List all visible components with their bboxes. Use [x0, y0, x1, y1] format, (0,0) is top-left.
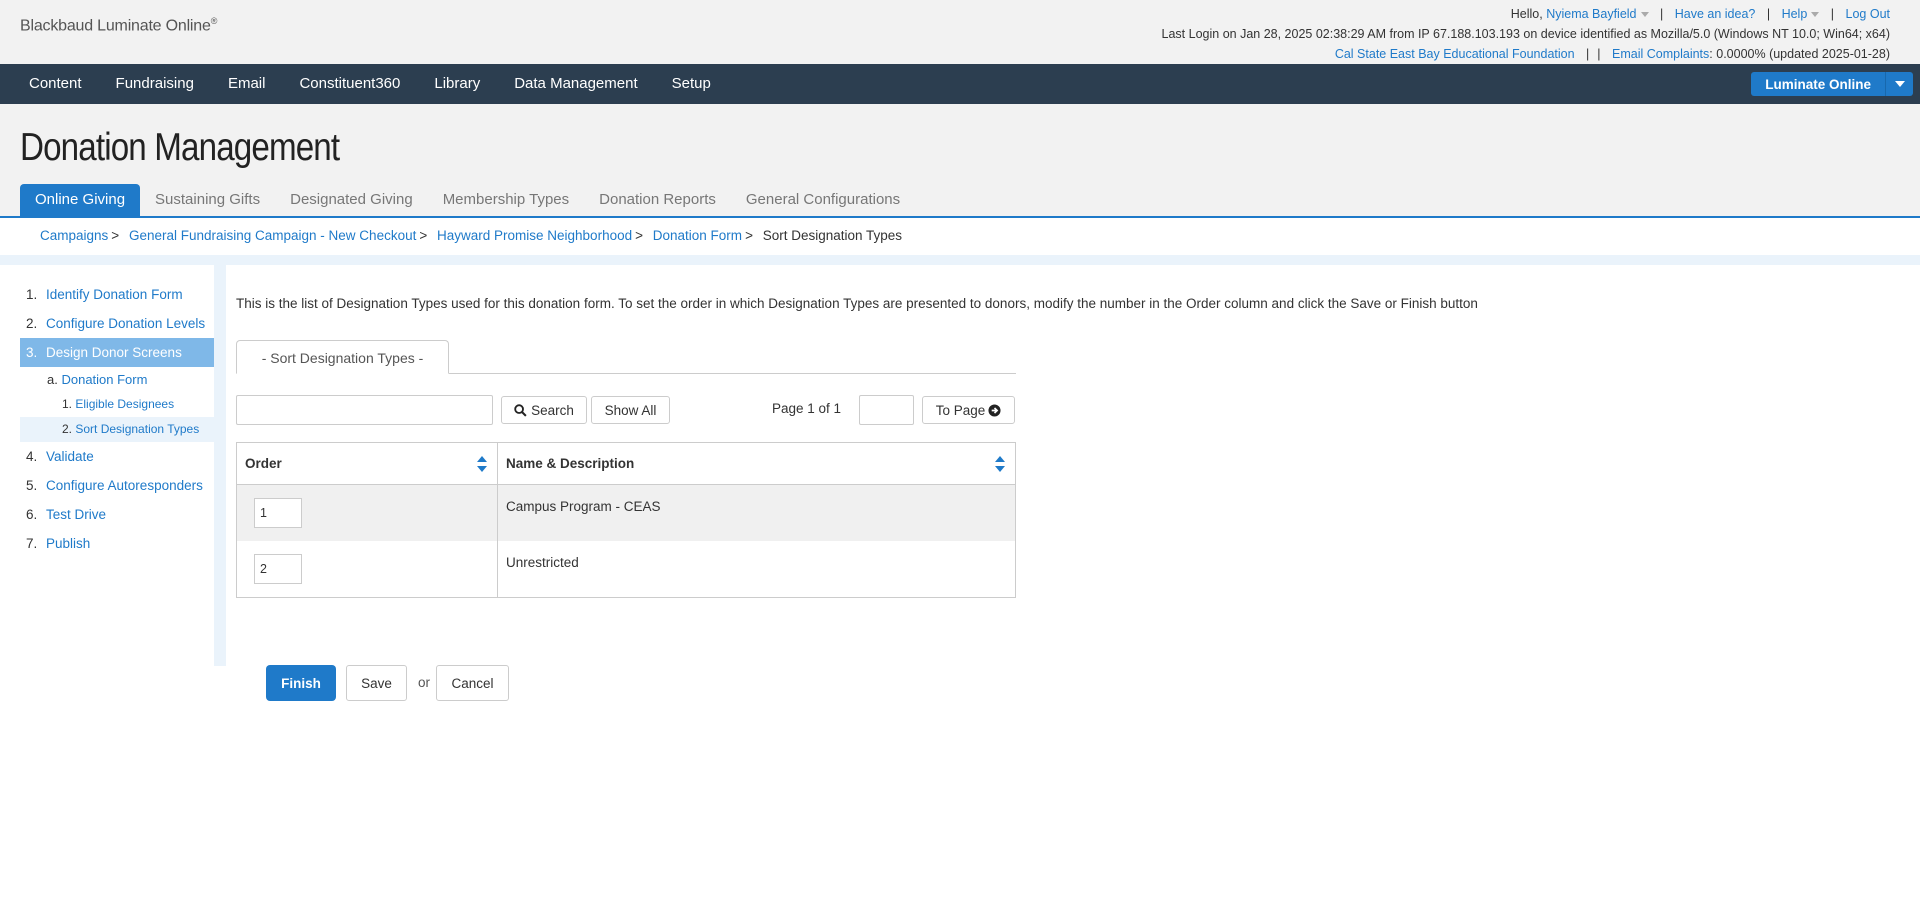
- sidebar-item-configure-donation-levels[interactable]: 2. Configure Donation Levels: [20, 309, 214, 338]
- tab-sort-designation-types[interactable]: - Sort Designation Types -: [236, 340, 449, 374]
- designation-name: Unrestricted: [506, 555, 579, 570]
- nav-item-content[interactable]: Content: [12, 64, 99, 104]
- breadcrumb-campaign[interactable]: General Fundraising Campaign - New Check…: [129, 228, 416, 243]
- sub-tabs: Online Giving Sustaining Gifts Designate…: [20, 184, 915, 216]
- main-content: This is the list of Designation Types us…: [236, 290, 1916, 701]
- arrow-circle-right-icon: [988, 403, 1001, 417]
- sidebar-item-validate[interactable]: 4. Validate: [20, 442, 214, 471]
- breadcrumb-campaigns[interactable]: Campaigns: [40, 228, 108, 243]
- breadcrumb-form-group[interactable]: Hayward Promise Neighborhood: [437, 228, 632, 243]
- email-complaints-link[interactable]: Email Complaints: [1612, 47, 1709, 61]
- email-complaints-value: : 0.0000% (updated 2025-01-28): [1709, 47, 1890, 61]
- show-all-button[interactable]: Show All: [591, 396, 670, 424]
- search-button-label: Search: [531, 402, 574, 418]
- list-toolbar: Search Show All Page 1 of 1 To Page: [236, 395, 1016, 425]
- sidebar-divider: [214, 255, 226, 666]
- breadcrumb: Campaigns > General Fundraising Campaign …: [40, 228, 903, 243]
- chevron-down-icon[interactable]: [1811, 12, 1820, 18]
- org-link[interactable]: Cal State East Bay Educational Foundatio…: [1335, 47, 1575, 61]
- user-area: Hello, Nyiema Bayfield | Have an idea? |…: [1162, 4, 1890, 64]
- brand-logo: Blackbaud Luminate Online®: [20, 16, 218, 35]
- page-number-input[interactable]: [859, 395, 914, 425]
- log-out-link[interactable]: Log Out: [1846, 7, 1890, 21]
- nav-item-data-management[interactable]: Data Management: [497, 64, 654, 104]
- sidebar-item-configure-autoresponders[interactable]: 5. Configure Autoresponders: [20, 471, 214, 500]
- product-switcher-button[interactable]: Luminate Online: [1751, 72, 1913, 96]
- sidebar-item-design-donor-screens[interactable]: 3. Design Donor Screens: [20, 338, 214, 367]
- cancel-button[interactable]: Cancel: [436, 665, 509, 701]
- order-input[interactable]: 1: [254, 498, 302, 528]
- chevron-down-icon[interactable]: [1640, 12, 1649, 18]
- column-header-name[interactable]: Name & Description: [498, 443, 1015, 484]
- last-login-text: Last Login on Jan 28, 2025 02:38:29 AM f…: [1161, 27, 1890, 41]
- breadcrumb-donation-form[interactable]: Donation Form: [653, 228, 742, 243]
- top-header: Blackbaud Luminate Online® Hello, Nyiema…: [0, 0, 1920, 64]
- table-row: 2 Unrestricted: [237, 541, 1015, 597]
- user-name-menu[interactable]: Nyiema Bayfield: [1546, 7, 1636, 21]
- tab-membership-types[interactable]: Membership Types: [428, 184, 584, 216]
- page-info: Page 1 of 1: [772, 401, 842, 416]
- main-nav: Content Fundraising Email Constituent360…: [0, 64, 1920, 104]
- tab-online-giving[interactable]: Online Giving: [20, 184, 141, 216]
- tab-sustaining-gifts[interactable]: Sustaining Gifts: [140, 184, 275, 216]
- title-region: Donation Management Online Giving Sustai…: [0, 104, 1920, 218]
- tab-donation-reports[interactable]: Donation Reports: [584, 184, 731, 216]
- intro-text: This is the list of Designation Types us…: [236, 296, 1478, 311]
- search-icon: [514, 403, 527, 417]
- nav-item-email[interactable]: Email: [211, 64, 283, 104]
- sidebar-item-publish[interactable]: 7. Publish: [20, 529, 214, 558]
- sidebar-item-test-drive[interactable]: 6. Test Drive: [20, 500, 214, 529]
- chevron-down-icon[interactable]: [1885, 72, 1913, 96]
- nav-item-fundraising[interactable]: Fundraising: [99, 64, 211, 104]
- sidebar-subitem-sort-designation-types[interactable]: 2. Sort Designation Types: [20, 417, 214, 442]
- designation-types-table: Order Name & Description 1 Campus Progra…: [236, 442, 1016, 598]
- product-switcher-label: Luminate Online: [1765, 76, 1871, 92]
- table-header: Order Name & Description: [237, 443, 1015, 485]
- have-an-idea-link[interactable]: Have an idea?: [1675, 7, 1756, 21]
- section-tab-row: - Sort Designation Types -: [236, 340, 1016, 374]
- sidebar-item-identify-donation-form[interactable]: 1. Identify Donation Form: [20, 280, 214, 309]
- designation-name: Campus Program - CEAS: [506, 499, 661, 514]
- greeting-text: Hello,: [1510, 7, 1543, 21]
- sidebar-subitem-eligible-designees[interactable]: 1. Eligible Designees: [20, 392, 214, 417]
- or-text: or: [418, 675, 431, 690]
- search-button[interactable]: Search: [501, 396, 587, 424]
- to-page-label: To Page: [935, 402, 986, 418]
- nav-item-constituent360[interactable]: Constituent360: [282, 64, 417, 104]
- help-menu[interactable]: Help: [1782, 7, 1808, 21]
- table-row: 1 Campus Program - CEAS: [237, 485, 1015, 541]
- save-button[interactable]: Save: [346, 665, 407, 701]
- search-input[interactable]: [236, 395, 493, 425]
- org-row: Cal State East Bay Educational Foundatio…: [1334, 47, 1890, 61]
- nav-item-setup[interactable]: Setup: [655, 64, 728, 104]
- nav-item-library[interactable]: Library: [417, 64, 497, 104]
- sort-icon[interactable]: [995, 456, 1005, 472]
- column-header-order[interactable]: Order: [237, 443, 498, 484]
- content-top-strip: [0, 255, 1920, 265]
- sidebar-subitem-donation-form[interactable]: a. Donation Form: [20, 367, 214, 392]
- breadcrumb-current: Sort Designation Types: [762, 228, 903, 243]
- finish-button[interactable]: Finish: [266, 665, 336, 701]
- order-input[interactable]: 2: [254, 554, 302, 584]
- page-title: Donation Management: [20, 126, 340, 169]
- user-row: Hello, Nyiema Bayfield | Have an idea? |…: [1510, 7, 1890, 21]
- tab-general-configurations[interactable]: General Configurations: [731, 184, 915, 216]
- sort-icon[interactable]: [477, 456, 487, 472]
- to-page-button[interactable]: To Page: [922, 396, 1015, 424]
- sidebar: 1. Identify Donation Form 2. Configure Don…: [20, 280, 214, 558]
- tab-designated-giving[interactable]: Designated Giving: [275, 184, 428, 216]
